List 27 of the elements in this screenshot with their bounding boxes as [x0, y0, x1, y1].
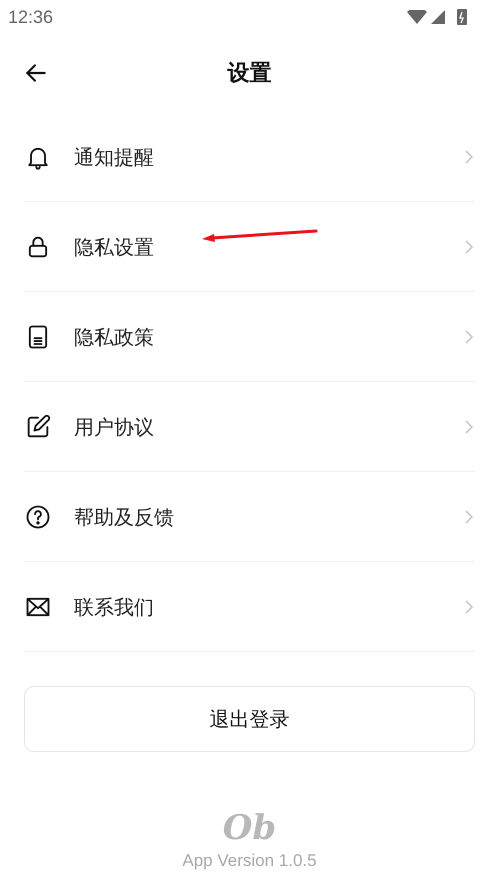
settings-label: 隐私设置 [74, 234, 154, 260]
settings-item[interactable]: 联系我们 [24, 562, 475, 652]
chevron-right-icon [463, 418, 475, 436]
settings-label: 用户协议 [74, 414, 154, 440]
app-logo: Ob [222, 808, 276, 848]
status-time: 12:36 [8, 6, 54, 28]
chevron-right-icon [463, 148, 475, 166]
settings-item[interactable]: 帮助及反馈 [24, 472, 475, 562]
settings-label: 隐私政策 [74, 324, 154, 350]
wifi-icon [407, 10, 427, 24]
chevron-right-icon [463, 508, 475, 526]
chevron-right-icon [463, 598, 475, 616]
settings-label: 通知提醒 [74, 144, 154, 170]
settings-item[interactable]: 隐私政策 [24, 292, 475, 382]
settings-label: 帮助及反馈 [74, 504, 174, 530]
chevron-right-icon [463, 238, 475, 256]
settings-item[interactable]: 用户协议 [24, 382, 475, 472]
app-version: App Version 1.0.5 [182, 850, 317, 872]
settings-item[interactable]: 通知提醒 [24, 112, 475, 202]
signal-icon [431, 10, 445, 24]
chevron-right-icon [463, 328, 475, 346]
logout-button[interactable]: 退出登录 [24, 686, 475, 752]
page-title: 设置 [228, 60, 272, 88]
help-icon [24, 502, 52, 530]
battery-charging-icon [457, 9, 467, 25]
settings-label: 联系我们 [74, 594, 154, 620]
settings-item[interactable]: 隐私设置 [24, 202, 475, 292]
